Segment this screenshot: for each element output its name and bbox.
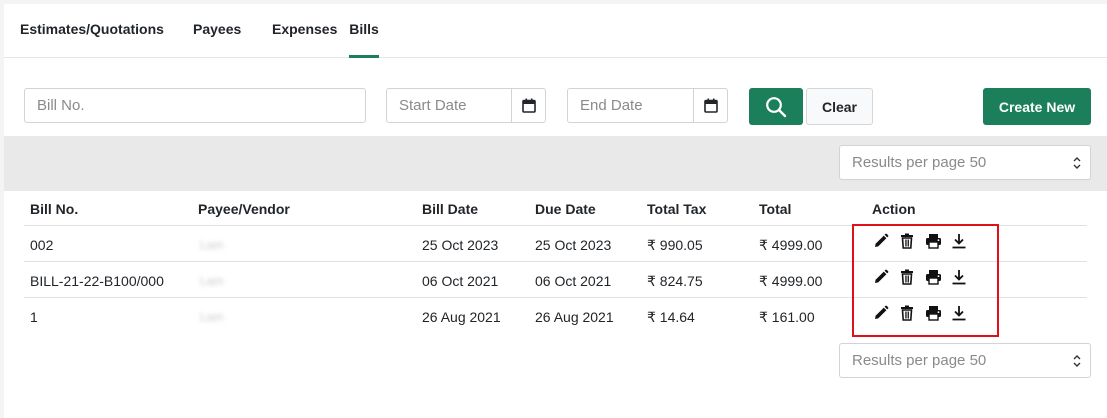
tab-expenses[interactable]: Expenses — [272, 21, 337, 58]
cell-bill-no: 002 — [30, 237, 54, 253]
results-per-page-select-bottom[interactable]: Results per page 50 — [839, 343, 1091, 378]
tab-bills-label: Bills — [349, 21, 379, 37]
col-header-due-date: Due Date — [535, 201, 596, 217]
cell-due-date: 26 Aug 2021 — [535, 309, 614, 325]
calendar-icon — [703, 98, 718, 113]
cell-total-tax: ₹ 990.05 — [647, 237, 703, 253]
col-header-total: Total — [759, 201, 792, 217]
clear-button[interactable]: Clear — [806, 88, 873, 125]
cell-payee: Lam — [200, 238, 224, 252]
cell-bill-date: 25 Oct 2023 — [422, 237, 499, 253]
col-header-total-tax: Total Tax — [647, 201, 707, 217]
cell-total: ₹ 4999.00 — [759, 273, 823, 289]
start-date-calendar-button[interactable] — [511, 88, 546, 123]
action-highlight-box — [852, 224, 999, 337]
search-button[interactable] — [749, 88, 803, 125]
cell-payee: Lam — [200, 310, 224, 324]
cell-total: ₹ 161.00 — [759, 309, 815, 325]
col-header-bill-date: Bill Date — [422, 201, 479, 217]
cell-total: ₹ 4999.00 — [759, 237, 823, 253]
calendar-icon — [521, 98, 536, 113]
col-header-payee: Payee/Vendor — [198, 201, 290, 217]
results-per-page-select-top[interactable]: Results per page 50 — [839, 145, 1091, 180]
cell-bill-no: 1 — [30, 309, 38, 325]
cell-bill-date: 06 Oct 2021 — [422, 273, 499, 289]
cell-total-tax: ₹ 824.75 — [647, 273, 703, 289]
col-header-bill-no: Bill No. — [30, 201, 79, 217]
tab-bills[interactable]: Bills — [349, 21, 379, 58]
search-icon — [766, 96, 787, 117]
cell-due-date: 25 Oct 2023 — [535, 237, 612, 253]
sort-caret-icon — [1073, 355, 1081, 367]
cell-bill-date: 26 Aug 2021 — [422, 309, 501, 325]
tab-estimates[interactable]: Estimates/Quotations — [20, 21, 164, 58]
create-new-button[interactable]: Create New — [983, 88, 1091, 125]
tab-bar: Estimates/Quotations Payees Expenses Bil… — [4, 4, 1107, 58]
col-header-action: Action — [872, 201, 916, 217]
bill-no-input[interactable] — [24, 88, 366, 123]
cell-bill-no: BILL-21-22-B100/000 — [30, 273, 164, 289]
cell-payee: Lam — [200, 274, 224, 288]
end-date-input[interactable] — [567, 88, 694, 123]
bills-card: Estimates/Quotations Payees Expenses Bil… — [4, 4, 1107, 418]
tab-payees[interactable]: Payees — [193, 21, 241, 58]
cell-due-date: 06 Oct 2021 — [535, 273, 612, 289]
sort-caret-icon — [1073, 157, 1081, 169]
results-per-page-label: Results per page 50 — [852, 352, 987, 369]
end-date-calendar-button[interactable] — [693, 88, 728, 123]
start-date-input[interactable] — [386, 88, 512, 123]
cell-total-tax: ₹ 14.64 — [647, 309, 695, 325]
results-per-page-label: Results per page 50 — [852, 154, 987, 171]
